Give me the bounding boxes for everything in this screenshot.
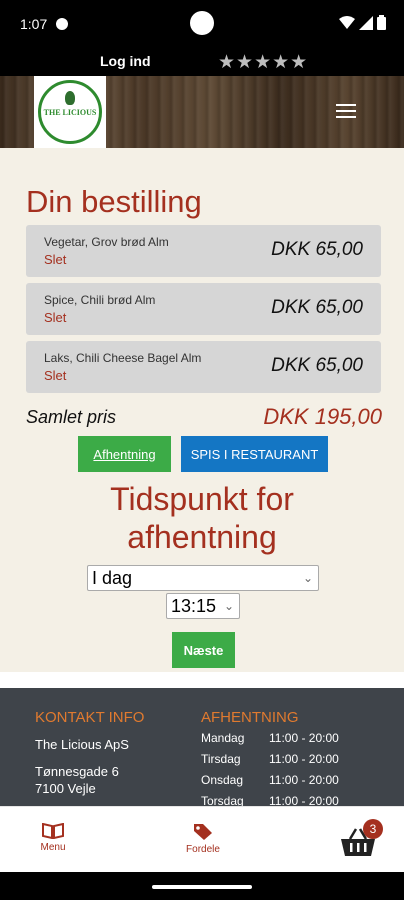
hours-time: 11:00 - 20:00 bbox=[269, 731, 339, 745]
street-address: Tønnesgade 6 bbox=[35, 764, 119, 779]
app-notification-icon bbox=[56, 18, 68, 30]
delete-link[interactable]: Slet bbox=[44, 368, 66, 383]
logo[interactable]: THE LICIOUS bbox=[34, 76, 106, 148]
battery-icon bbox=[377, 15, 386, 30]
hours-row: Tirsdag 11:00 - 20:00 bbox=[201, 752, 339, 773]
top-bar: Log ind ★★★★★ bbox=[0, 48, 404, 76]
item-name: Laks, Chili Cheese Bagel Alm bbox=[44, 351, 202, 365]
leaf-icon bbox=[65, 91, 75, 105]
hours-day: Torsdag bbox=[201, 794, 244, 806]
rating-stars: ★★★★★ bbox=[218, 51, 309, 73]
delete-link[interactable]: Slet bbox=[44, 310, 66, 325]
home-gesture-bar[interactable] bbox=[152, 885, 252, 889]
order-item: Laks, Chili Cheese Bagel Alm Slet DKK 65… bbox=[26, 341, 381, 393]
nav-menu[interactable]: Menu bbox=[30, 822, 76, 853]
status-time: 1:07 bbox=[20, 16, 48, 32]
hours-time: 11:00 - 20:00 bbox=[269, 773, 339, 787]
chevron-down-icon: ⌄ bbox=[302, 571, 313, 585]
dine-in-button[interactable]: SPIS I RESTAURANT bbox=[181, 436, 328, 472]
system-navigation-bar bbox=[0, 872, 404, 900]
pickup-time-title-line1: Tidspunkt for bbox=[110, 481, 294, 517]
total-value: DKK 195,00 bbox=[263, 404, 382, 429]
nav-fordele-label: Fordele bbox=[186, 844, 220, 855]
divider-strip bbox=[0, 672, 404, 688]
day-select[interactable]: I dag ⌄ bbox=[87, 565, 319, 591]
hours-row: Torsdag 11:00 - 20:00 bbox=[201, 794, 339, 806]
login-link[interactable]: Log ind bbox=[100, 53, 151, 69]
company-name: The Licious ApS bbox=[35, 737, 129, 752]
pickup-hours-heading: AFHENTNING bbox=[201, 709, 299, 726]
order-item: Spice, Chili brød Alm Slet DKK 65,00 bbox=[26, 283, 381, 335]
cart-count-badge: 3 bbox=[363, 819, 383, 839]
pickup-button[interactable]: Afhentning bbox=[78, 436, 171, 472]
page-title: Din bestilling bbox=[26, 184, 202, 219]
main-content: Din bestilling Vegetar, Grov brød Alm Sl… bbox=[0, 148, 404, 672]
contact-heading: KONTAKT INFO bbox=[35, 709, 145, 726]
city-address: 7100 Vejle bbox=[35, 781, 96, 796]
hours-day: Onsdag bbox=[201, 773, 244, 787]
item-name: Spice, Chili brød Alm bbox=[44, 293, 156, 307]
item-price: DKK 65,00 bbox=[271, 239, 363, 260]
hours-row: Onsdag 11:00 - 20:00 bbox=[201, 773, 339, 794]
item-name: Vegetar, Grov brød Alm bbox=[44, 235, 169, 249]
hours-time: 11:00 - 20:00 bbox=[269, 794, 339, 806]
status-bar: 1:07 bbox=[0, 0, 404, 48]
signal-icon bbox=[359, 15, 373, 30]
hamburger-menu-icon[interactable] bbox=[336, 104, 356, 122]
day-select-value: I dag bbox=[92, 568, 133, 588]
item-price: DKK 65,00 bbox=[271, 297, 363, 318]
book-icon bbox=[42, 822, 64, 840]
site-header: THE LICIOUS bbox=[0, 76, 404, 148]
hours-day: Mandag bbox=[201, 731, 245, 745]
order-item: Vegetar, Grov brød Alm Slet DKK 65,00 bbox=[26, 225, 381, 277]
next-button[interactable]: Næste bbox=[172, 632, 235, 668]
tag-icon bbox=[194, 824, 212, 840]
total-label: Samlet pris bbox=[26, 407, 117, 427]
footer: KONTAKT INFO AFHENTNING The Licious ApS … bbox=[0, 688, 404, 806]
hours-row: Mandag 11:00 - 20:00 bbox=[201, 731, 339, 752]
logo-text: THE LICIOUS bbox=[43, 107, 97, 117]
pickup-time-title-line2: afhentning bbox=[127, 519, 277, 555]
opening-hours: Mandag 11:00 - 20:00 Tirsdag 11:00 - 20:… bbox=[201, 731, 339, 806]
bottom-navigation: Menu Fordele 3 bbox=[0, 806, 404, 872]
item-price: DKK 65,00 bbox=[271, 355, 363, 376]
delete-link[interactable]: Slet bbox=[44, 252, 66, 267]
nav-fordele[interactable]: Fordele bbox=[178, 823, 228, 855]
time-select-value: 13:15 bbox=[171, 596, 217, 616]
wifi-icon bbox=[339, 15, 355, 29]
status-indicators bbox=[339, 15, 386, 30]
hours-day: Tirsdag bbox=[201, 752, 241, 766]
pickup-time-title: Tidspunkt for afhentning bbox=[0, 480, 404, 556]
chevron-down-icon: ⌄ bbox=[223, 599, 234, 613]
camera-cutout bbox=[190, 11, 214, 35]
time-select[interactable]: 13:15 ⌄ bbox=[166, 593, 240, 619]
logo-ring: THE LICIOUS bbox=[38, 80, 102, 144]
hours-time: 11:00 - 20:00 bbox=[269, 752, 339, 766]
nav-menu-label: Menu bbox=[40, 842, 66, 853]
